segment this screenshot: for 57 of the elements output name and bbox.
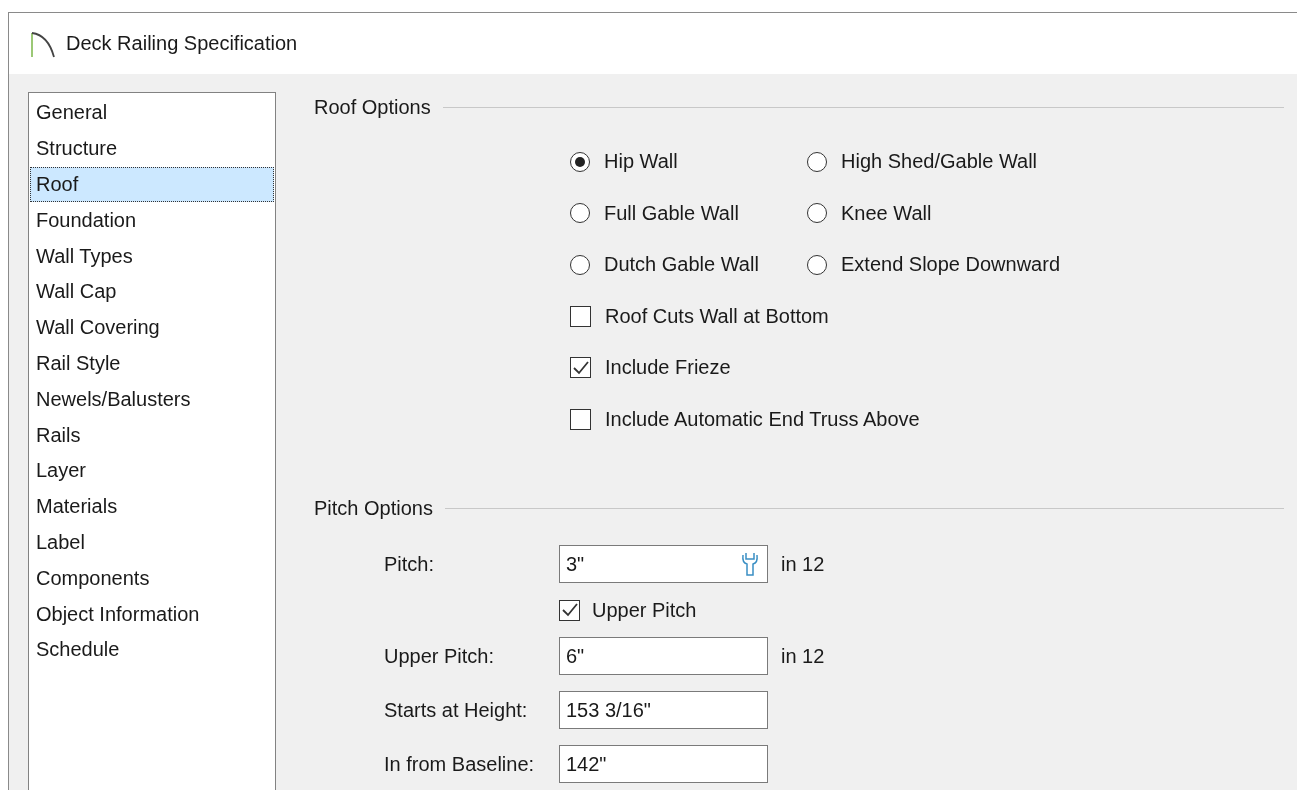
section-title: Pitch Options (314, 496, 433, 520)
window-title: Deck Railing Specification (66, 32, 298, 55)
unit-label: in 12 (780, 552, 826, 576)
sidebar-item[interactable]: Label (30, 524, 274, 561)
wrench-icon[interactable] (741, 552, 759, 576)
sidebar-item[interactable]: Rails (30, 417, 274, 453)
radio-label: Full Gable Wall (604, 201, 739, 225)
sidebar-item[interactable]: Layer (30, 452, 274, 489)
checkbox-label: Upper Pitch (592, 598, 697, 622)
radio-option[interactable]: Extend Slope Downward (807, 239, 1284, 291)
radio-label: Extend Slope Downward (841, 253, 1060, 277)
radio-option[interactable]: Full Gable Wall (570, 187, 807, 239)
radio-button[interactable] (570, 254, 590, 275)
sidebar-item[interactable]: Schedule (30, 631, 274, 668)
input-field[interactable]: 3" (559, 545, 768, 583)
field-label: Pitch: (384, 552, 436, 576)
radio-button[interactable] (570, 151, 590, 172)
radio-button[interactable] (807, 151, 827, 172)
radio-button[interactable] (807, 203, 827, 224)
checkbox[interactable] (570, 408, 591, 430)
radio-label: Knee Wall (841, 201, 932, 225)
sidebar-item[interactable]: Object Information (30, 596, 274, 632)
field-label: Starts at Height: (384, 698, 529, 722)
section-title: Roof Options (314, 95, 431, 119)
checkbox-label: Roof Cuts Wall at Bottom (605, 304, 829, 328)
sidebar-item[interactable]: Foundation (30, 202, 274, 239)
sidebar-item[interactable]: Wall Types (30, 238, 274, 274)
checkbox[interactable] (570, 357, 591, 379)
sidebar-item[interactable]: Roof (30, 166, 274, 203)
checkbox-label: Include Frieze (605, 356, 731, 380)
input-field[interactable]: 153 3/16" (559, 691, 768, 729)
sidebar-item[interactable]: Wall Cap (30, 274, 274, 310)
radio-button[interactable] (807, 254, 827, 275)
unit-label: in 12 (780, 644, 826, 668)
input-field[interactable]: 6" (559, 637, 768, 675)
checkbox[interactable] (570, 305, 591, 327)
checkbox[interactable] (559, 599, 580, 621)
radio-option[interactable]: Knee Wall (807, 187, 1284, 239)
sidebar-item[interactable]: Newels/Balusters (30, 381, 274, 418)
sidebar-item[interactable]: Rail Style (30, 345, 274, 382)
input-field[interactable]: 142" (559, 745, 768, 783)
sidebar-item[interactable]: Structure (30, 130, 274, 167)
radio-option[interactable]: High Shed/Gable Wall (807, 136, 1284, 188)
sidebar-item[interactable]: Wall Covering (30, 309, 274, 346)
radio-label: High Shed/Gable Wall (841, 150, 1038, 174)
radio-label: Hip Wall (604, 150, 678, 174)
checkbox-label: Include Automatic End Truss Above (605, 407, 920, 431)
sidebar-item[interactable]: General (30, 95, 274, 131)
sidebar-item[interactable]: Materials (30, 488, 274, 525)
field-label: Upper Pitch: (384, 644, 496, 668)
radio-button[interactable] (570, 203, 590, 224)
radio-option[interactable]: Dutch Gable Wall (570, 239, 807, 291)
field-label: In from Baseline: (384, 752, 536, 776)
sidebar-item[interactable]: Components (30, 560, 274, 597)
radio-option[interactable]: Hip Wall (570, 136, 807, 188)
arch-logo-icon (30, 29, 56, 58)
radio-label: Dutch Gable Wall (604, 253, 759, 277)
